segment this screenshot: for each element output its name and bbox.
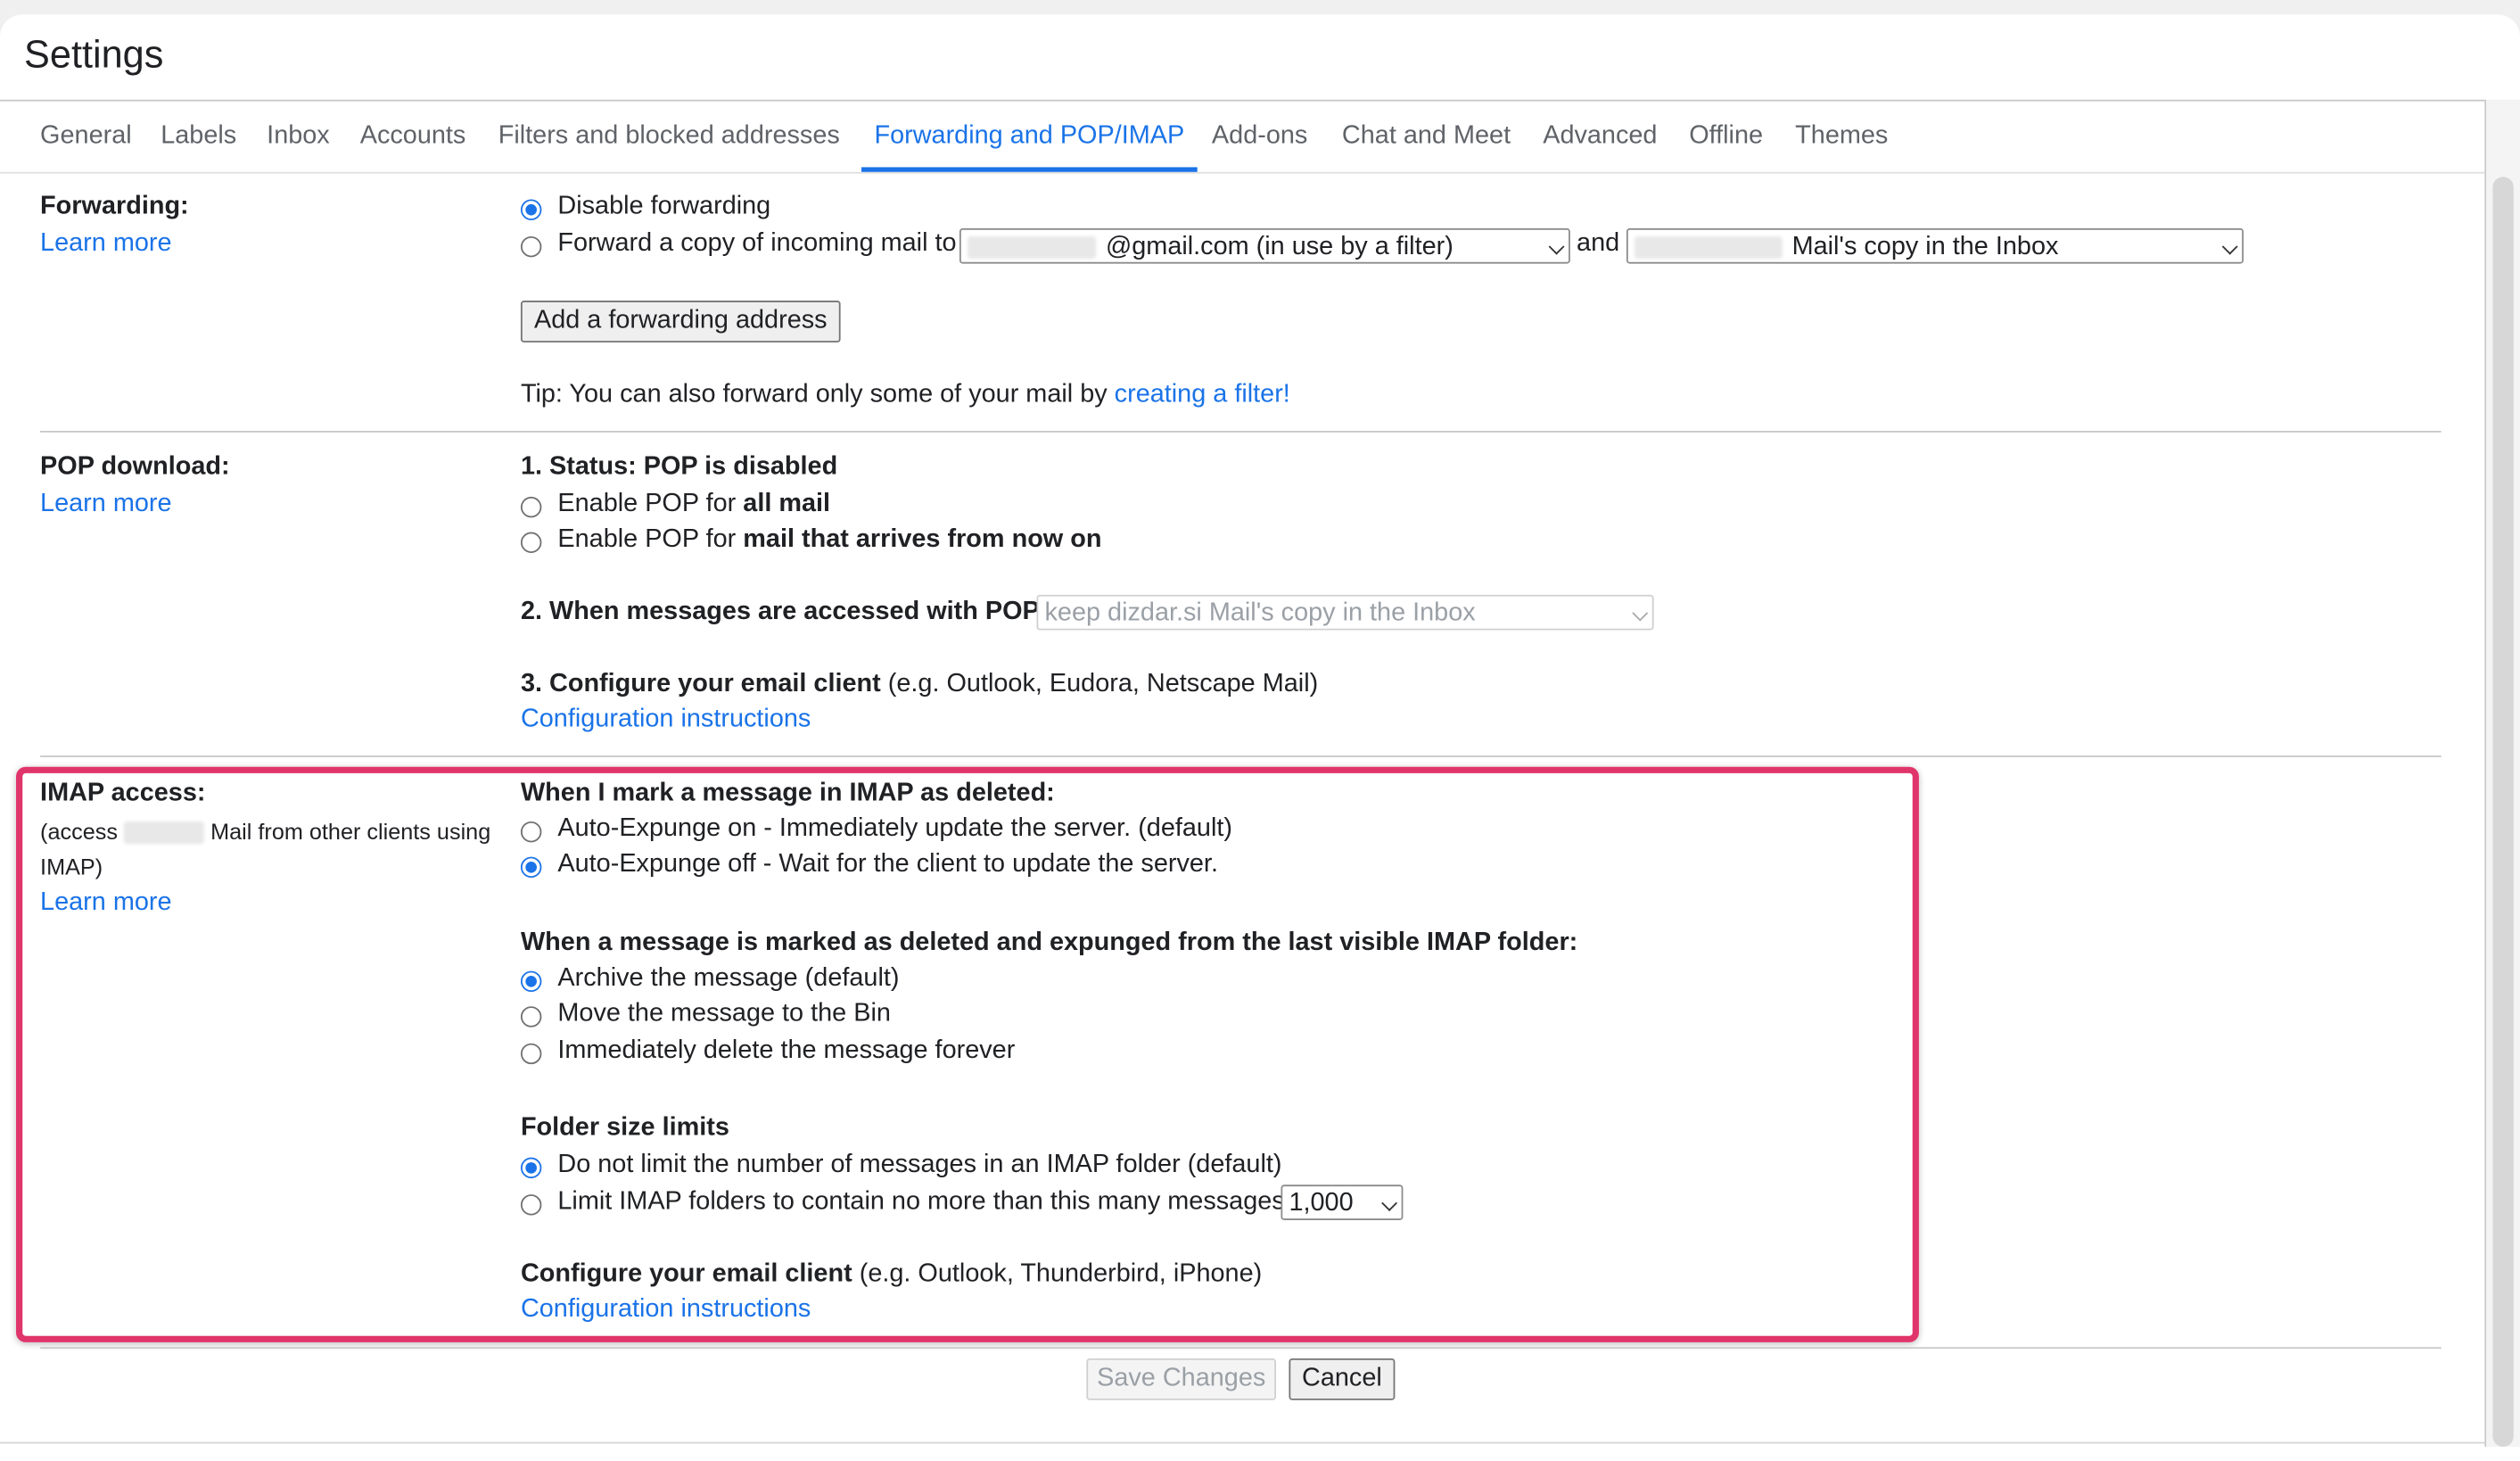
tab-general[interactable]: General <box>40 122 132 151</box>
forward-copy-radio[interactable] <box>520 235 542 258</box>
redacted-account <box>1634 235 1783 259</box>
pop-configure-examples: (e.g. Outlook, Eudora, Netscape Mail) <box>887 670 1319 698</box>
save-changes-button[interactable]: Save Changes <box>1086 1358 1277 1400</box>
enable-pop-new-bold: mail that arrives from now on <box>743 525 1102 553</box>
forwarding-heading: Forwarding: <box>40 193 189 220</box>
enable-pop-new-label: Enable POP for mail that arrives from no… <box>557 524 1101 557</box>
enable-pop-new-radio[interactable] <box>520 532 542 553</box>
page-title: Settings <box>24 33 164 78</box>
pop-status: 1. Status: POP is disabled <box>520 453 838 481</box>
pop-learn-more-link[interactable]: Learn more <box>40 489 171 521</box>
forwarding-tip: Tip: You can also forward only some of y… <box>521 379 1290 411</box>
pop-configure-bold: 3. Configure your email client <box>520 670 881 698</box>
imap-highlight-box <box>16 766 1919 1342</box>
tab-inbox[interactable]: Inbox <box>267 122 330 151</box>
chevron-down-icon <box>1632 605 1649 622</box>
bottom-border <box>0 1441 2485 1444</box>
scrollbar-thumb[interactable] <box>2492 177 2514 1448</box>
tab-accounts[interactable]: Accounts <box>360 122 466 151</box>
tab-offline[interactable]: Offline <box>1689 122 1763 151</box>
disable-forwarding-label: Disable forwarding <box>557 193 771 220</box>
tabs-divider <box>0 171 2485 174</box>
tab-filters[interactable]: Filters and blocked addresses <box>498 122 840 151</box>
tab-chat-and-meet[interactable]: Chat and Meet <box>1342 122 1511 151</box>
add-forwarding-address-button[interactable]: Add a forwarding address <box>520 301 841 343</box>
create-filter-link[interactable]: creating a filter! <box>1115 381 1290 409</box>
chevron-down-icon <box>2221 238 2238 255</box>
pop-heading: POP download: <box>40 453 230 481</box>
pop-accessed-value: keep dizdar.si Mail's copy in the Inbox <box>1044 599 1476 627</box>
tab-labels[interactable]: Labels <box>161 122 236 151</box>
pop-configuration-instructions-link[interactable]: Configuration instructions <box>521 704 811 736</box>
forwarding-learn-more-link[interactable]: Learn more <box>40 228 171 260</box>
pop-accessed-select[interactable]: keep dizdar.si Mail's copy in the Inbox <box>1036 594 1654 631</box>
tab-advanced[interactable]: Advanced <box>1543 122 1657 151</box>
header-divider <box>0 99 2485 102</box>
forward-action-select[interactable]: Mail's copy in the Inbox <box>1626 227 2244 264</box>
forward-address-select[interactable]: @gmail.com (in use by a filter) <box>959 227 1570 264</box>
cancel-button[interactable]: Cancel <box>1289 1358 1396 1400</box>
enable-pop-all-bold: all mail <box>743 490 831 518</box>
section-divider <box>40 1347 2442 1350</box>
disable-forwarding-radio[interactable] <box>520 199 542 220</box>
forwarding-tip-text: Tip: You can also forward only some of y… <box>520 381 1108 409</box>
enable-pop-all-label: Enable POP for all mail <box>557 489 830 521</box>
forward-action-value: Mail's copy in the Inbox <box>1791 233 2059 260</box>
section-divider <box>40 431 2442 433</box>
enable-pop-new-text: Enable POP for <box>557 525 737 553</box>
forward-copy-label: Forward a copy of incoming mail to <box>557 229 957 258</box>
redacted-address <box>967 235 1097 259</box>
forward-and-text: and <box>1577 229 1620 258</box>
chevron-down-icon <box>1548 238 1565 255</box>
forward-address-value: @gmail.com (in use by a filter) <box>1105 233 1454 260</box>
enable-pop-all-text: Enable POP for <box>557 490 737 518</box>
enable-pop-all-radio[interactable] <box>520 496 542 518</box>
tab-add-ons[interactable]: Add-ons <box>1212 122 1307 151</box>
section-divider <box>40 755 2442 757</box>
pop-accessed-label: 2. When messages are accessed with POP <box>520 598 1040 626</box>
tab-themes[interactable]: Themes <box>1795 122 1888 151</box>
tab-forwarding-pop-imap[interactable]: Forwarding and POP/IMAP <box>874 122 1184 151</box>
settings-window: Settings General Labels Inbox Accounts F… <box>0 0 2520 1461</box>
pop-configure-client: 3. Configure your email client (e.g. Out… <box>521 669 1318 701</box>
